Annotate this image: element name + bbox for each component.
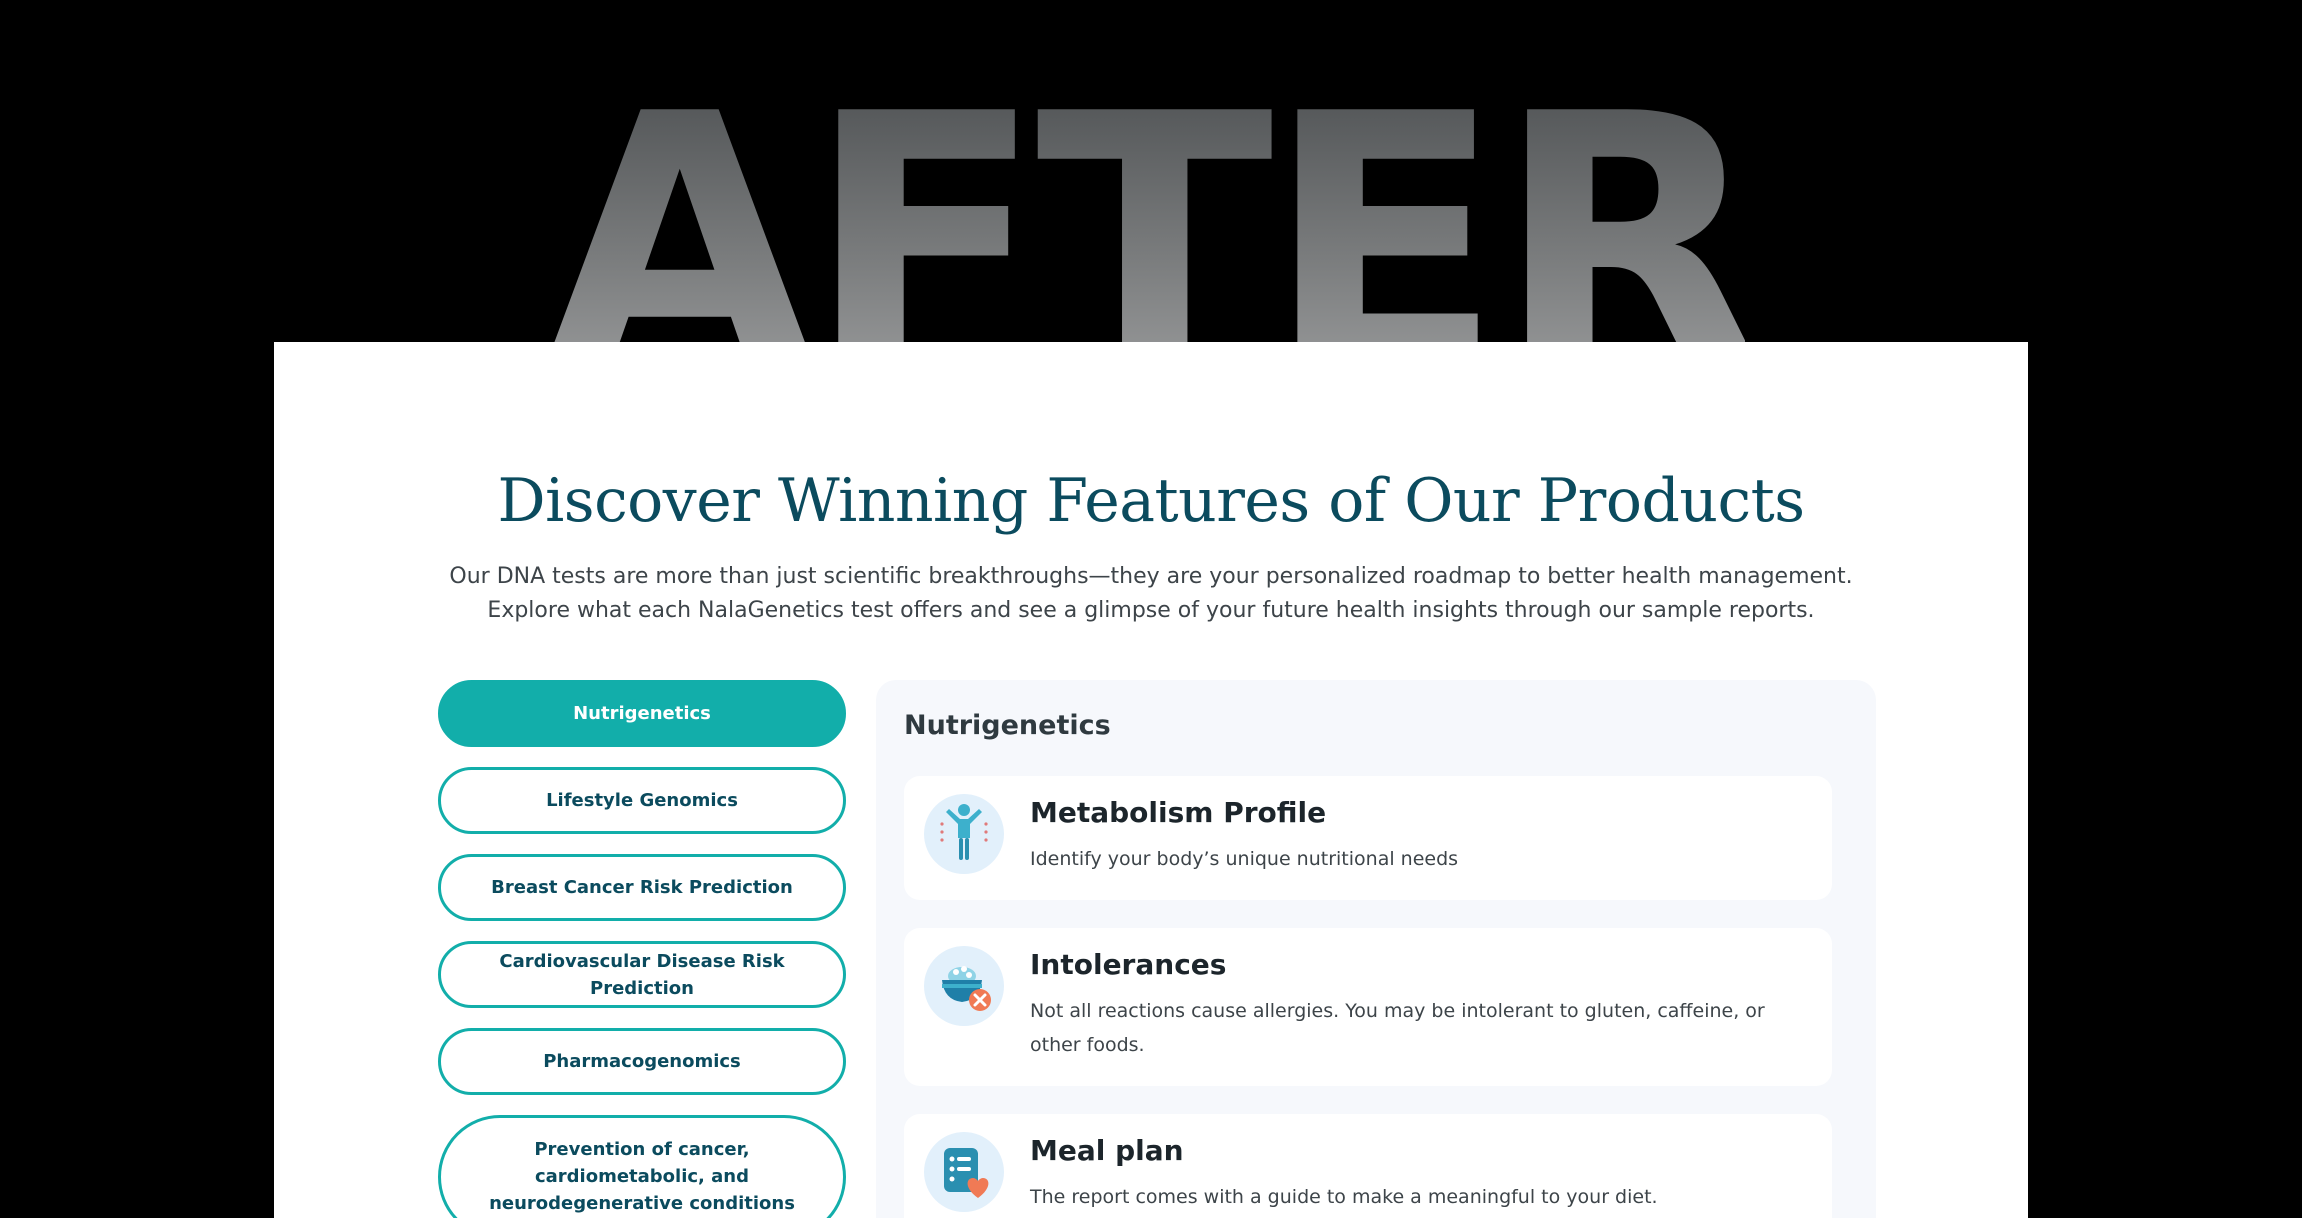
tab-pharmacogenomics[interactable]: Pharmacogenomics xyxy=(438,1028,846,1095)
tab-lifestyle-genomics[interactable]: Lifestyle Genomics xyxy=(438,767,846,834)
feature-card-metabolism: Metabolism Profile Identify your body’s … xyxy=(904,776,1832,900)
feature-description: Identify your body’s unique nutritional … xyxy=(1030,848,1459,870)
tab-breast-cancer-risk-prediction[interactable]: Breast Cancer Risk Prediction xyxy=(438,854,846,921)
tab-content-panel: Nutrigenetics Metabolism Profile Identif xyxy=(876,680,1876,1218)
features-section: Discover Winning Features of Our Product… xyxy=(274,342,2028,1218)
person-metabolism-icon xyxy=(924,794,1004,874)
product-tabs: Nutrigenetics Lifestyle Genomics Breast … xyxy=(438,680,846,1218)
feature-title: Meal plan xyxy=(1030,1134,1184,1167)
feature-card-intolerances: Intolerances Not all reactions cause all… xyxy=(904,928,1832,1086)
food-bowl-intolerance-icon xyxy=(924,946,1004,1026)
feature-title: Metabolism Profile xyxy=(1030,796,1327,829)
tab-cardiovascular-disease-risk-prediction[interactable]: Cardiovascular Disease Risk Prediction xyxy=(438,941,846,1008)
tab-prevention-conditions[interactable]: Prevention of cancer, cardiometabolic, a… xyxy=(438,1115,846,1218)
section-subtitle: Our DNA tests are more than just scienti… xyxy=(449,564,1853,623)
feature-description: The report comes with a guide to make a … xyxy=(1030,1186,1658,1208)
feature-description: Not all reactions cause allergies. You m… xyxy=(1030,1000,1765,1056)
content-title: Nutrigenetics xyxy=(904,710,1111,741)
meal-plan-icon xyxy=(924,1132,1004,1212)
section-title: Discover Winning Features of Our Product… xyxy=(497,466,1805,536)
feature-card-meal-plan: Meal plan The report comes with a guide … xyxy=(904,1114,1832,1218)
tab-nutrigenetics[interactable]: Nutrigenetics xyxy=(438,680,846,747)
feature-title: Intolerances xyxy=(1030,948,1227,981)
